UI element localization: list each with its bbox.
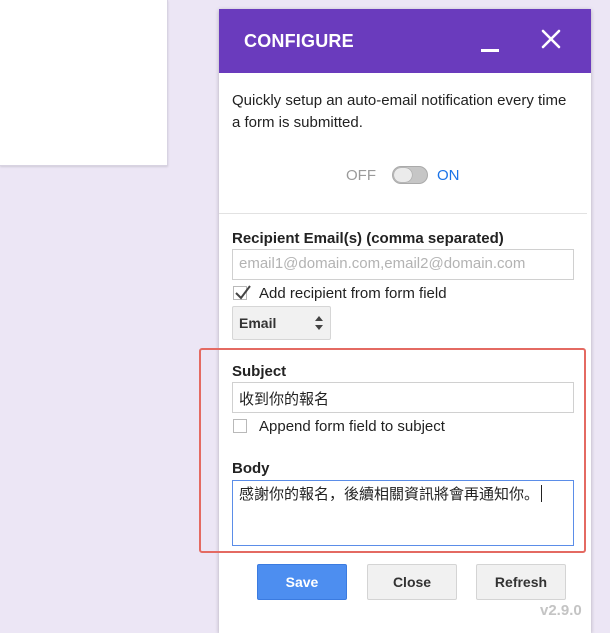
close-icon[interactable] [540,28,562,50]
divider [219,213,587,214]
subject-label: Subject [232,363,287,380]
panel-title: CONFIGURE [244,31,354,51]
background-document [0,0,168,166]
configure-panel: CONFIGURE Quickly setup an auto-email no… [219,9,591,633]
body-text: 感謝你的報名，後續相關資訊將會再通知你。 [239,486,540,503]
panel-header: CONFIGURE [219,9,591,73]
toggle-off-label: OFF [346,167,376,184]
recipient-email-input[interactable]: email1@domain.com,email2@domain.com [232,249,574,280]
minimize-icon[interactable] [481,49,499,52]
toggle-knob [394,168,412,182]
enable-toggle-row: OFF ON [219,166,591,188]
body-label: Body [232,460,270,477]
select-arrows-icon [314,315,324,334]
add-recipient-checkbox[interactable] [233,285,251,300]
refresh-button[interactable]: Refresh [476,564,566,600]
add-recipient-row: Add recipient from form field [233,285,533,305]
toggle-on-label: ON [437,167,460,184]
subject-input[interactable]: 收到你的報名 [232,382,574,413]
recipient-label: Recipient Email(s) (comma separated) [232,230,504,247]
save-button[interactable]: Save [257,564,347,600]
intro-text: Quickly setup an auto-email notification… [232,92,567,131]
enable-toggle[interactable] [392,166,428,184]
body-textarea[interactable]: 感謝你的報名，後續相關資訊將會再通知你。 [232,480,574,546]
append-field-label: Append form field to subject [259,418,445,435]
text-cursor [541,485,543,502]
checkmark-icon [235,285,251,300]
form-field-select-value: Email [239,315,277,331]
add-recipient-label: Add recipient from form field [259,285,447,302]
form-field-select[interactable]: Email [232,306,331,340]
append-field-checkbox[interactable] [233,419,247,433]
version-label: v2.9.0 [540,602,582,619]
close-button[interactable]: Close [367,564,457,600]
append-field-row: Append form field to subject [233,418,533,438]
